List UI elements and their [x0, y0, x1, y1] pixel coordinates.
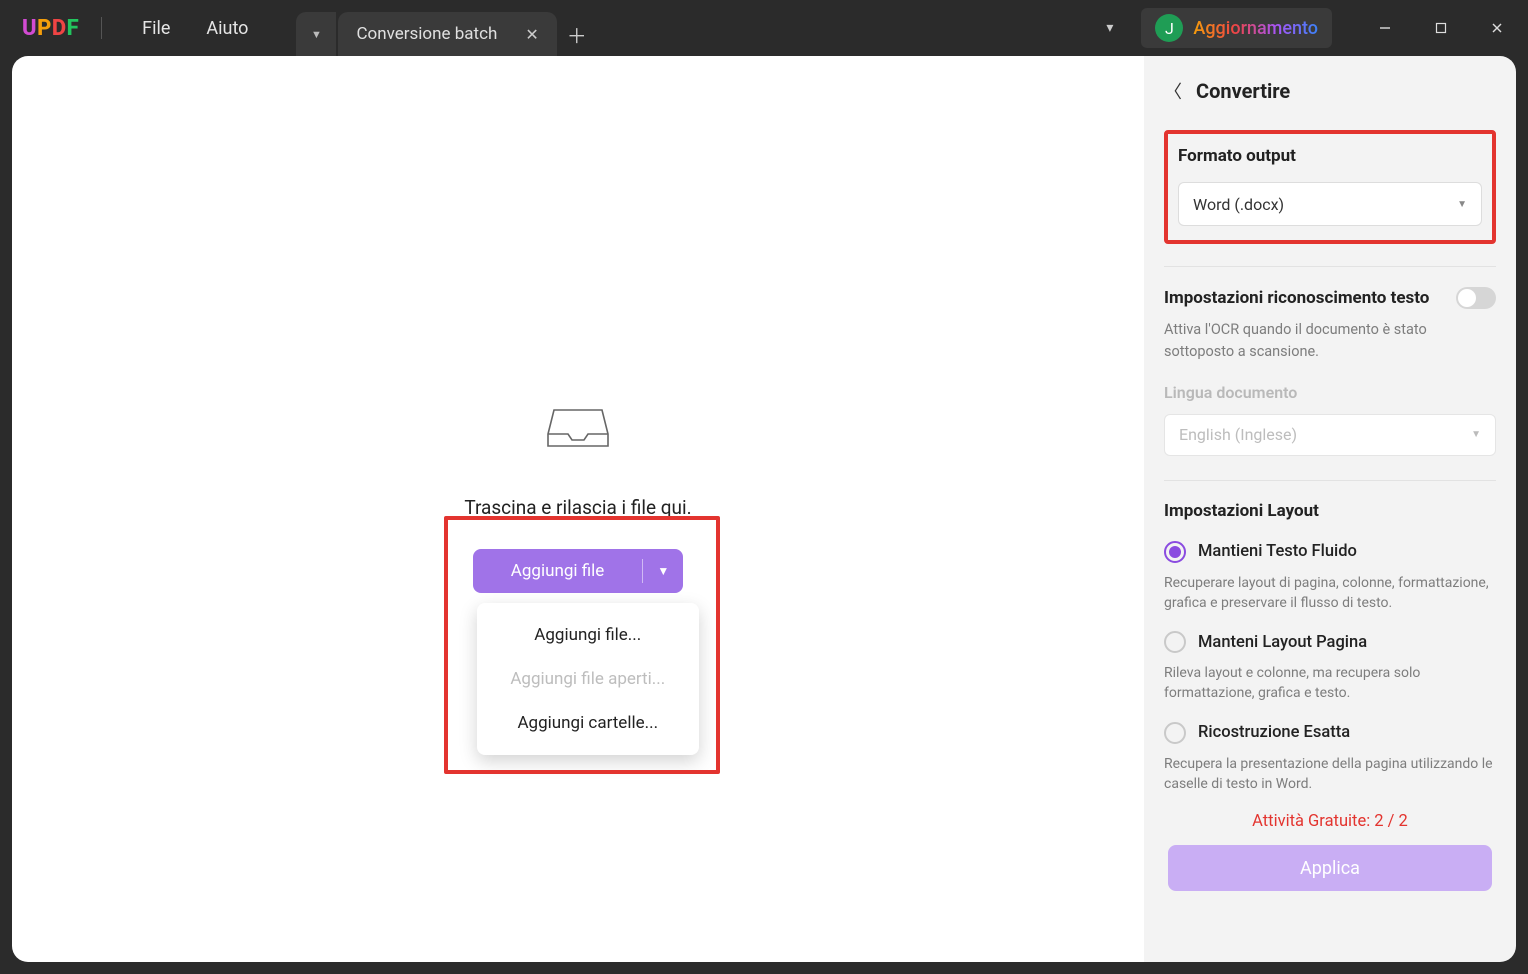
titlebar: UPDF File Aiuto ▼ Conversione batch ✕ ＋ … [0, 0, 1528, 56]
layout-page-description: Rileva layout e colonne, ma recupera sol… [1164, 663, 1496, 704]
ocr-description: Attiva l'OCR quando il documento è stato… [1164, 319, 1496, 363]
ocr-settings-label: Impostazioni riconoscimento testo [1164, 288, 1429, 308]
output-format-label: Formato output [1178, 146, 1482, 166]
user-avatar: J [1155, 14, 1183, 42]
new-tab-button[interactable]: ＋ [557, 12, 597, 56]
divider [1164, 480, 1496, 481]
side-panel: 〈 Convertire Formato output Word (.docx)… [1144, 56, 1516, 962]
layout-option-page[interactable]: Manteni Layout Pagina [1164, 631, 1496, 653]
radio-icon [1164, 631, 1186, 653]
app-logo: UPDF [22, 16, 79, 41]
layout-fluid-description: Recuperare layout di pagina, colonne, fo… [1164, 573, 1496, 614]
dropdown-add-files[interactable]: Aggiungi file... [477, 613, 699, 657]
chevron-left-icon: 〈 [1164, 78, 1182, 104]
output-format-select[interactable]: Word (.docx) ▼ [1178, 182, 1482, 226]
radio-icon [1164, 541, 1186, 563]
add-file-label: Aggiungi file [473, 561, 643, 581]
tab-bar: ▼ Conversione batch ✕ ＋ [296, 0, 596, 56]
radio-label: Mantieni Testo Fluido [1198, 542, 1357, 561]
annotation-highlight-box: Formato output Word (.docx) ▼ [1164, 130, 1496, 244]
update-banner[interactable]: J Aggiornamento [1141, 8, 1332, 48]
add-file-dropdown: Aggiungi file... Aggiungi file aperti...… [477, 603, 699, 755]
tab-batch-conversion[interactable]: Conversione batch ✕ [338, 12, 556, 56]
layout-settings-label: Impostazioni Layout [1164, 501, 1496, 521]
window-minimize-button[interactable] [1362, 8, 1408, 48]
caret-down-icon: ▼ [1471, 429, 1481, 440]
tab-close-button[interactable]: ✕ [525, 25, 538, 44]
caret-down-icon[interactable]: ▼ [643, 564, 683, 578]
tab-list-dropdown[interactable]: ▼ [296, 12, 336, 56]
side-panel-title: Convertire [1196, 79, 1290, 103]
free-activity-counter: Attività Gratuite: 2 / 2 [1164, 812, 1496, 831]
radio-label: Manteni Layout Pagina [1198, 633, 1367, 652]
layout-option-fluid[interactable]: Mantieni Testo Fluido [1164, 541, 1496, 563]
apply-button[interactable]: Applica [1168, 845, 1492, 891]
side-panel-back[interactable]: 〈 Convertire [1164, 78, 1496, 104]
menu-file[interactable]: File [124, 12, 188, 45]
toggle-knob [1458, 289, 1476, 307]
layout-option-exact[interactable]: Ricostruzione Esatta [1164, 722, 1496, 744]
document-language-value: English (Inglese) [1179, 425, 1297, 444]
caret-down-icon: ▼ [1457, 199, 1467, 210]
ocr-toggle[interactable] [1456, 287, 1496, 309]
radio-label: Ricostruzione Esatta [1198, 723, 1350, 742]
divider [101, 17, 102, 39]
update-label: Aggiornamento [1193, 18, 1318, 39]
menu-help[interactable]: Aiuto [188, 12, 266, 45]
tabs-overflow-button[interactable]: ▾ [1098, 12, 1121, 44]
document-language-select[interactable]: English (Inglese) ▼ [1164, 414, 1496, 456]
document-language-label: Lingua documento [1164, 383, 1496, 402]
dropdown-add-folders[interactable]: Aggiungi cartelle... [477, 701, 699, 745]
tab-title: Conversione batch [356, 24, 497, 44]
drop-hint-text: Trascina e rilascia i file qui. [464, 496, 691, 519]
layout-exact-description: Recupera la presentazione della pagina u… [1164, 754, 1496, 795]
chevron-down-icon: ▼ [311, 28, 322, 41]
window-close-button[interactable] [1474, 8, 1520, 48]
output-format-value: Word (.docx) [1193, 195, 1284, 214]
radio-icon [1164, 722, 1186, 744]
dropdown-add-open-files: Aggiungi file aperti... [477, 657, 699, 701]
main-drop-area[interactable]: Trascina e rilascia i file qui. Aggiungi… [12, 56, 1144, 962]
add-file-button[interactable]: Aggiungi file ▼ [473, 549, 683, 593]
window-maximize-button[interactable] [1418, 8, 1464, 48]
inbox-icon [464, 396, 691, 456]
divider [1164, 266, 1496, 267]
